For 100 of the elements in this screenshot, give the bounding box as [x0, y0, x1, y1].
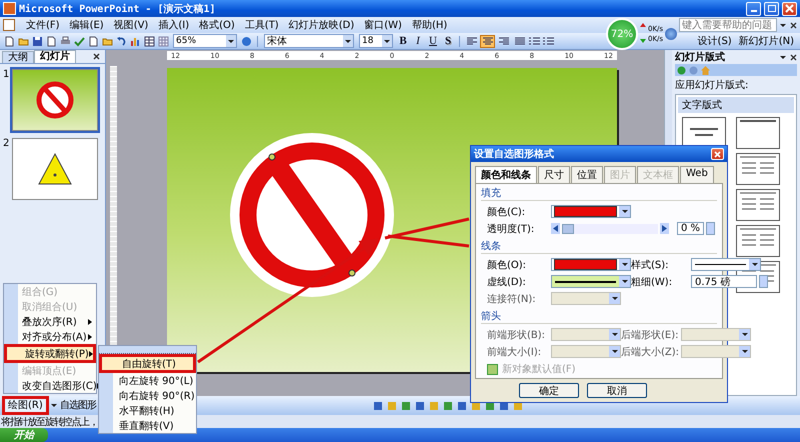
- dialog-tab[interactable]: 颜色和线条: [475, 166, 537, 183]
- document-icon: [3, 19, 15, 31]
- minimize-button[interactable]: [746, 2, 761, 16]
- menu-item[interactable]: 自由旋转(T): [99, 354, 196, 373]
- menu-item[interactable]: 对齐或分布(A): [4, 329, 96, 344]
- help-search-field[interactable]: 键入需要帮助的问题: [679, 18, 777, 32]
- color-dropdown[interactable]: [551, 258, 631, 271]
- spinner-arrows-icon[interactable]: [706, 222, 716, 235]
- drawing-tool-icon[interactable]: [413, 399, 426, 412]
- window-title: Microsoft PowerPoint - [演示文稿1]: [19, 2, 216, 16]
- menu-item[interactable]: 帮助(H): [406, 18, 452, 32]
- field-label: 颜色(O):: [487, 258, 528, 272]
- close-icon: [714, 150, 721, 158]
- menu-item[interactable]: 编辑(E): [64, 18, 109, 32]
- drawing-tool-icon[interactable]: [455, 399, 468, 412]
- undo-icon[interactable]: [115, 34, 128, 48]
- field-label: 样式(S):: [631, 258, 670, 272]
- table-icon[interactable]: [143, 34, 156, 48]
- transparency-input[interactable]: 0 %: [677, 222, 704, 235]
- drag-handle[interactable]: [99, 346, 196, 354]
- align-justify-button[interactable]: [512, 34, 527, 48]
- dropdown-caret-icon[interactable]: [780, 56, 786, 58]
- field-label: 透明度(T):: [487, 222, 536, 236]
- menu-item[interactable]: 视图(V): [108, 18, 154, 32]
- field-label: 虚线(D):: [487, 276, 527, 288]
- bulleted-list-icon[interactable]: [528, 34, 541, 48]
- menu-item[interactable]: 水平翻转(H): [99, 403, 196, 418]
- close-icon[interactable]: [93, 53, 100, 60]
- close-icon: [785, 4, 794, 13]
- align-left-button[interactable]: [464, 34, 479, 48]
- drawing-tool-icon[interactable]: [441, 399, 454, 412]
- field-label: 后端大小(Z):: [621, 346, 679, 358]
- font-size-dropdown[interactable]: 18: [359, 34, 393, 48]
- task-pane-title: 幻灯片版式: [675, 50, 725, 64]
- close-icon[interactable]: [790, 22, 797, 28]
- slide-layout-thumbnail[interactable]: [736, 189, 780, 221]
- menu-item[interactable]: 垂直翻转(V): [99, 418, 196, 433]
- dialog-button[interactable]: 确定: [519, 383, 579, 398]
- dialog-tab[interactable]: 尺寸: [538, 166, 570, 183]
- field-label: 粗细(W):: [631, 276, 674, 288]
- transparency-slider[interactable]: [551, 223, 669, 234]
- slider-thumb[interactable]: [562, 224, 574, 234]
- dash-dropdown[interactable]: [551, 275, 631, 288]
- restore-button[interactable]: [764, 2, 779, 16]
- font-dropdown[interactable]: 宋体: [264, 34, 354, 48]
- left-arrow-icon[interactable]: [551, 223, 560, 234]
- section-title: 箭头: [481, 309, 717, 324]
- zoom-dropdown[interactable]: 65%: [173, 34, 237, 48]
- dialog-tab[interactable]: 位置: [571, 166, 603, 183]
- menu-item[interactable]: 向左旋转 90°(L): [99, 373, 196, 388]
- checkbox-label: 新对象默认值(F): [502, 362, 576, 376]
- drawing-tool-icon[interactable]: [399, 399, 412, 412]
- toolbar-button[interactable]: 设计(S): [694, 34, 735, 48]
- slide-number: 2: [3, 138, 9, 151]
- menu-item[interactable]: 幻灯片放映(D): [284, 18, 360, 32]
- close-button[interactable]: [711, 148, 724, 160]
- field-label: 前端形状(B):: [487, 328, 546, 342]
- menu-item[interactable]: 旋转或翻转(P): [4, 344, 96, 363]
- drawing-tool-icon[interactable]: [371, 399, 384, 412]
- dialog-tab[interactable]: Web: [680, 166, 714, 183]
- bold-button[interactable]: B: [396, 34, 410, 48]
- menu-item[interactable]: 窗口(W): [359, 18, 407, 32]
- save-icon[interactable]: [31, 34, 44, 48]
- pane-tab[interactable]: 大纲: [2, 51, 34, 63]
- color-dropdown[interactable]: [551, 205, 631, 218]
- line-style-dropdown[interactable]: [691, 258, 761, 271]
- spelling-icon[interactable]: [73, 34, 86, 48]
- numbered-list-icon[interactable]: [542, 34, 555, 48]
- dropdown-caret-icon[interactable]: [50, 404, 57, 407]
- menu-item[interactable]: 格式(O): [194, 18, 240, 32]
- close-button[interactable]: [782, 2, 797, 16]
- italic-button[interactable]: I: [411, 34, 425, 48]
- menu-item[interactable]: 工具(T): [240, 18, 284, 32]
- slide-thumbnail[interactable]: [12, 138, 98, 200]
- up-down-arrows-icon: [640, 22, 646, 46]
- field-label: 连接符(N):: [487, 292, 537, 306]
- dropdown-caret-icon[interactable]: [780, 24, 786, 26]
- menu-item[interactable]: 向右旋转 90°(R): [99, 388, 196, 403]
- prohibition-sign-drawing[interactable]: [229, 132, 395, 298]
- menu-item[interactable]: 插入(I): [153, 18, 194, 32]
- shadow-button[interactable]: S: [441, 34, 455, 48]
- menu-item[interactable]: 叠放次序(R): [4, 314, 96, 329]
- toolbar-button[interactable]: 新幻灯片(N): [736, 34, 797, 48]
- dialog-button[interactable]: 取消: [587, 383, 647, 398]
- weight-input[interactable]: 0.75 磅: [691, 275, 757, 288]
- underline-button[interactable]: U: [426, 34, 440, 48]
- slide-layout-thumbnail[interactable]: [736, 153, 780, 185]
- slide-layout-thumbnail[interactable]: [736, 225, 780, 257]
- menu-item[interactable]: 文件(F): [21, 18, 65, 32]
- close-icon[interactable]: [790, 54, 797, 60]
- align-right-button[interactable]: [496, 34, 511, 48]
- right-arrow-icon[interactable]: [660, 223, 669, 234]
- pane-tab[interactable]: 幻灯片: [34, 50, 76, 63]
- status-text: 将指针放至旋转控点上，: [1, 416, 98, 428]
- slide-thumbnail[interactable]: [12, 69, 98, 131]
- dialog-title: 设置自选图形格式: [474, 148, 554, 161]
- field-label: 颜色(C):: [487, 206, 526, 218]
- autoshapes-button[interactable]: 自选图形: [58, 400, 97, 411]
- slide-layout-thumbnail[interactable]: [736, 117, 780, 149]
- align-center-button[interactable]: [480, 34, 495, 48]
